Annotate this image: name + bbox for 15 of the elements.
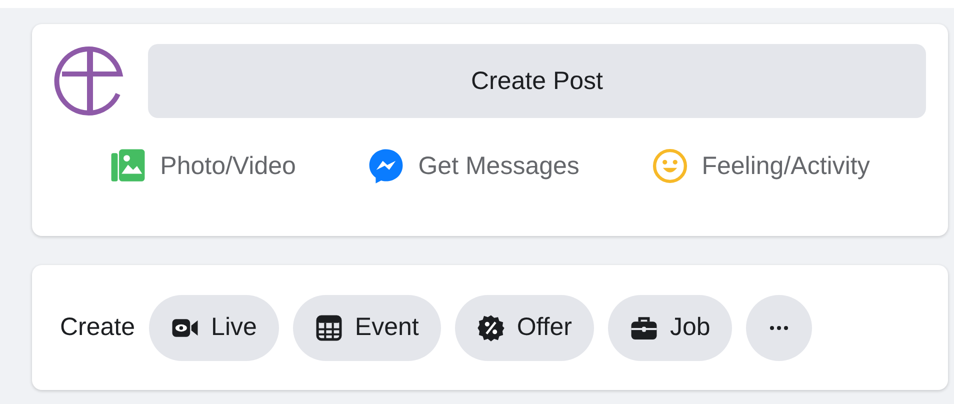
offer-button[interactable]: Offer xyxy=(454,294,594,360)
live-button[interactable]: Live xyxy=(149,294,279,360)
calendar-icon xyxy=(314,314,343,342)
job-button[interactable]: Job xyxy=(608,294,732,360)
create-post-button[interactable]: Create Post xyxy=(148,44,926,118)
feeling-button[interactable]: Feeling/Activity xyxy=(652,144,870,188)
discount-badge-icon xyxy=(476,314,505,342)
more-icon xyxy=(769,324,790,330)
messenger-icon xyxy=(368,148,404,184)
photo-video-button[interactable]: Photo/Video xyxy=(110,144,296,188)
smiley-icon xyxy=(652,148,688,184)
photo-icon xyxy=(110,148,146,184)
create-label: Create xyxy=(60,313,136,342)
event-button[interactable]: Event xyxy=(292,294,441,360)
messages-button[interactable]: Get Messages xyxy=(368,144,580,188)
